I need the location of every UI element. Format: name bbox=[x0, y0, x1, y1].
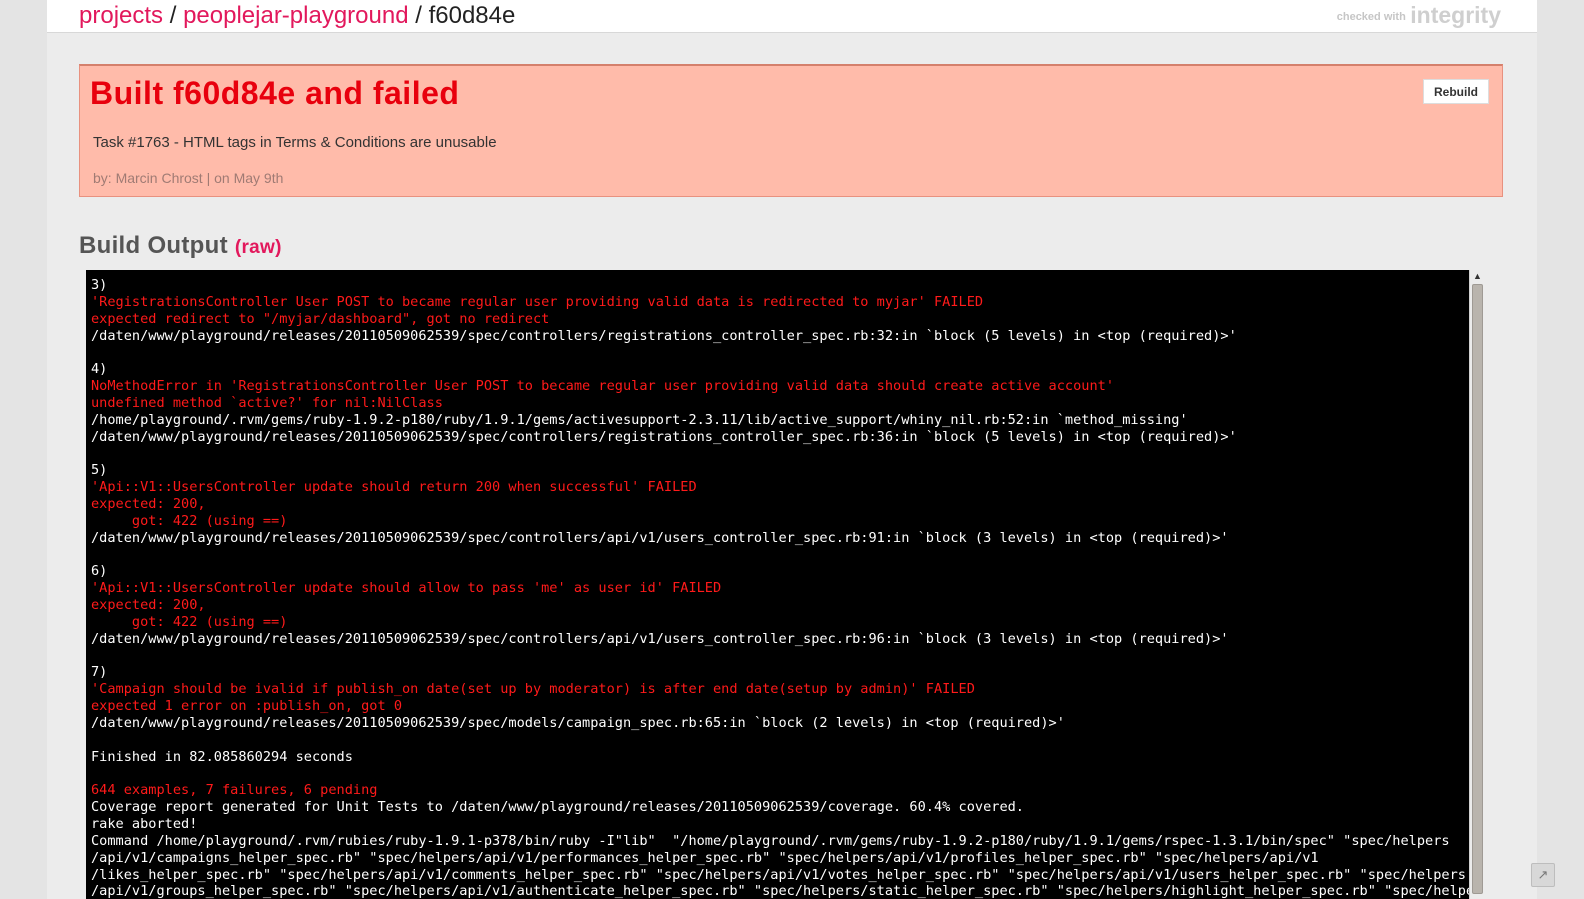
output-line: /daten/www/playground/releases/201105090… bbox=[91, 630, 1229, 647]
commit-meta: by: Marcin Chrost | on May 9th bbox=[93, 170, 284, 186]
scroll-up-arrow-icon[interactable]: ▲ bbox=[1470, 270, 1485, 282]
output-line: Command /home/playground/.rvm/rubies/rub… bbox=[91, 832, 1450, 849]
output-line: /daten/www/playground/releases/201105090… bbox=[91, 327, 1237, 344]
output-line: 5) bbox=[91, 462, 108, 479]
output-line: 6) bbox=[91, 563, 108, 580]
build-status-panel: Built f60d84e and failed Rebuild Task #1… bbox=[79, 64, 1503, 197]
output-line: got: 422 (using ==) bbox=[91, 512, 288, 529]
page: projects / peoplejar-playground / f60d84… bbox=[47, 0, 1537, 899]
output-line: 'Campaign should be ivalid if publish_on… bbox=[91, 681, 975, 698]
output-line: 'RegistrationsController User POST to be… bbox=[91, 293, 984, 310]
output-line: /daten/www/playground/releases/201105090… bbox=[91, 529, 1229, 546]
output-line: 7) bbox=[91, 664, 108, 681]
output-scrollbar[interactable]: ▲ bbox=[1469, 270, 1485, 899]
commit-message: Task #1763 - HTML tags in Terms & Condit… bbox=[93, 134, 497, 151]
breadcrumb-separator: / bbox=[415, 2, 422, 29]
output-line: Coverage report generated for Unit Tests… bbox=[91, 799, 1024, 816]
output-line: /home/playground/.rvm/gems/ruby-1.9.2-p1… bbox=[91, 411, 1188, 428]
output-line: got: 422 (using ==) bbox=[91, 613, 288, 630]
output-line: 3) bbox=[91, 277, 108, 293]
breadcrumb: projects / peoplejar-playground / f60d84… bbox=[79, 1, 515, 31]
output-line: rake aborted! bbox=[91, 816, 198, 832]
raw-output-link[interactable]: (raw) bbox=[235, 237, 282, 258]
build-status-title: Built f60d84e and failed bbox=[90, 75, 460, 111]
breadcrumb-project-link[interactable]: peoplejar-playground bbox=[183, 2, 409, 29]
output-line: /api/v1/campaigns_helper_spec.rb" "spec/… bbox=[91, 849, 1319, 866]
breadcrumb-separator: / bbox=[169, 2, 177, 29]
output-line: /daten/www/playground/releases/201105090… bbox=[91, 428, 1237, 445]
build-output-text: 3) 'RegistrationsController User POST to … bbox=[91, 277, 1469, 899]
output-line: expected: 200, bbox=[91, 495, 206, 512]
scrollbar-thumb[interactable] bbox=[1472, 284, 1483, 894]
build-output-heading-text: Build Output bbox=[79, 232, 228, 259]
header-bar: projects / peoplejar-playground / f60d84… bbox=[47, 0, 1537, 33]
rebuild-button[interactable]: Rebuild bbox=[1423, 79, 1489, 104]
output-line: 'Api::V1::UsersController update should … bbox=[91, 479, 697, 496]
output-line: 644 examples, 7 failures, 6 pending bbox=[91, 782, 378, 799]
checked-with-label: checked with bbox=[1336, 11, 1406, 23]
output-line: 4) bbox=[91, 361, 108, 378]
output-line: undefined method `active?' for nil:NilCl… bbox=[91, 394, 443, 411]
output-line: NoMethodError in 'RegistrationsControlle… bbox=[91, 378, 1115, 395]
output-line: Finished in 82.085860294 seconds bbox=[91, 748, 353, 765]
integrity-logo-text: integrity bbox=[1410, 2, 1501, 28]
checked-with-integrity-link[interactable]: checked with integrity bbox=[1337, 2, 1501, 29]
build-output-heading: Build Output (raw) bbox=[79, 232, 282, 260]
resize-corner-icon[interactable]: ↗ bbox=[1531, 863, 1555, 887]
build-output-console[interactable]: 3) 'RegistrationsController User POST to … bbox=[86, 270, 1469, 899]
output-line: /daten/www/playground/releases/201105090… bbox=[91, 714, 1065, 731]
breadcrumb-projects-link[interactable]: projects bbox=[79, 2, 163, 29]
output-line: expected redirect to "/myjar/dashboard",… bbox=[91, 310, 550, 327]
output-line: 'Api::V1::UsersController update should … bbox=[91, 580, 722, 597]
output-line: expected 1 error on :publish_on, got 0 bbox=[91, 698, 402, 715]
breadcrumb-commit: f60d84e bbox=[428, 2, 516, 29]
output-line: expected: 200, bbox=[91, 597, 206, 614]
output-line: /api/v1/groups_helper_spec.rb" "spec/hel… bbox=[91, 883, 1469, 899]
output-line: /likes_helper_spec.rb" "spec/helpers/api… bbox=[91, 866, 1466, 883]
